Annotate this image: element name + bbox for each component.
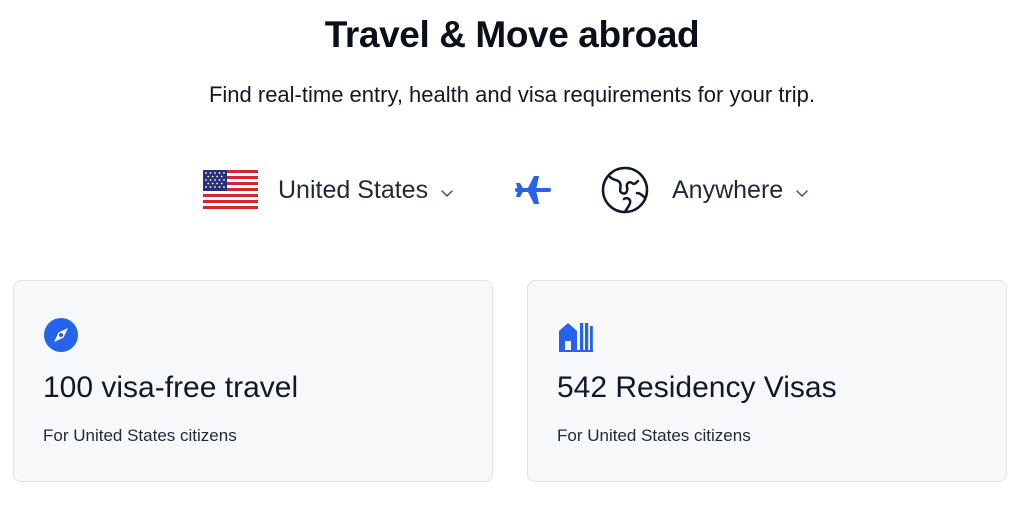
us-flag-icon[interactable]	[203, 170, 258, 209]
page: Travel & Move abroad Find real-time entr…	[0, 0, 1024, 512]
globe-icon	[601, 166, 649, 214]
chevron-down-icon	[796, 190, 808, 197]
destination-select[interactable]: Anywhere	[672, 172, 809, 208]
origin-country-label: United States	[278, 175, 429, 204]
chevron-down-icon	[441, 190, 453, 197]
compass-icon	[44, 318, 78, 352]
buildings-icon	[559, 323, 593, 352]
route-selector: United States Anywhere	[0, 162, 1024, 218]
origin-country-select[interactable]: United States	[278, 172, 454, 208]
destination-label: Anywhere	[672, 175, 784, 204]
card-subtitle: For United States citizens	[43, 426, 237, 445]
page-title: Travel & Move abroad	[324, 14, 700, 55]
residency-visas-card[interactable]: 542 Residency Visas For United States ci…	[527, 280, 1007, 482]
airplane-icon	[515, 176, 551, 204]
visa-free-travel-card[interactable]: 100 visa-free travel For United States c…	[13, 280, 493, 482]
card-title: 542 Residency Visas	[557, 371, 837, 404]
card-title: 100 visa-free travel	[43, 371, 299, 404]
card-subtitle: For United States citizens	[557, 426, 751, 445]
page-subtitle: Find real-time entry, health and visa re…	[208, 82, 816, 107]
